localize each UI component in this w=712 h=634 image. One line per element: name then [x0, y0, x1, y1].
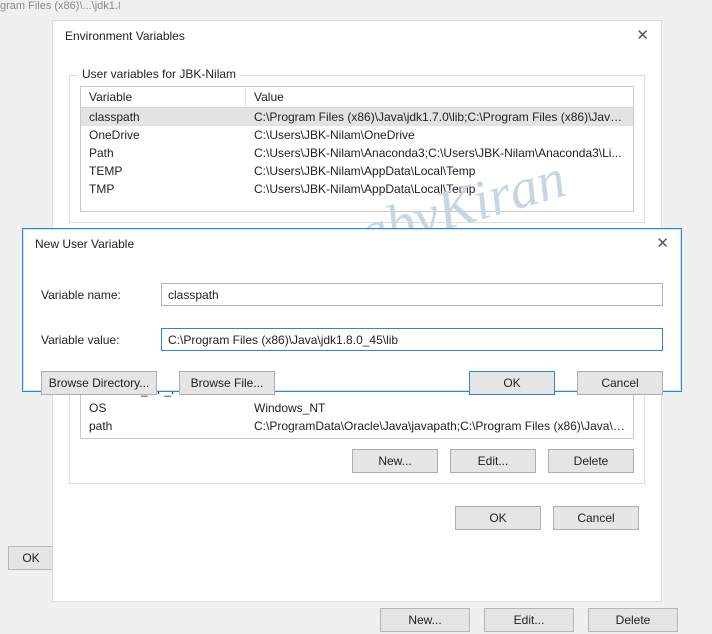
env-dialog-buttons: OK Cancel [69, 506, 645, 530]
env-ok-button[interactable]: OK [455, 506, 541, 530]
user-variables-table[interactable]: Variable Value classpath C:\Program File… [80, 86, 634, 212]
mid-delete-button: Delete [588, 608, 678, 632]
sys-new-button[interactable]: New... [352, 449, 438, 473]
row-val: C:\Users\JBK-Nilam\Anaconda3;C:\Users\JB… [246, 144, 633, 162]
row-val: C:\ProgramData\Oracle\Java\javapath;C:\P… [246, 417, 633, 435]
close-icon[interactable]: ✕ [656, 229, 669, 259]
nv-cancel-button[interactable]: Cancel [577, 371, 663, 395]
row-var: OneDrive [81, 126, 246, 144]
table-row[interactable]: OneDrive C:\Users\JBK-Nilam\OneDrive [81, 126, 633, 144]
variable-value-input[interactable] [161, 328, 663, 351]
mid-edit-button: Edit... [484, 608, 574, 632]
row-var: Path [81, 144, 246, 162]
table-row[interactable]: Path C:\Users\JBK-Nilam\Anaconda3;C:\Use… [81, 144, 633, 162]
user-variables-group: User variables for JBK-Nilam Variable Va… [69, 75, 645, 223]
row-var: TEMP [81, 162, 246, 180]
new-user-variable-dialog: New User Variable ✕ Variable name: Varia… [22, 228, 682, 392]
bg-link: Administrat [0, 160, 60, 190]
bg-ok-button: OK [8, 546, 54, 570]
row-val: C:\Program Files (x86)\Java\jdk1.7.0\lib… [246, 108, 633, 126]
bg-link [0, 190, 60, 206]
env-dialog-title: Environment Variables [65, 21, 185, 51]
sys-edit-button[interactable]: Edit... [450, 449, 536, 473]
row-var: TMP [81, 180, 246, 198]
table-row[interactable]: TMP C:\Users\JBK-Nilam\AppData\Local\Tem… [81, 180, 633, 198]
table-header: Variable Value [81, 87, 633, 108]
col-variable-header[interactable]: Variable [81, 87, 246, 107]
bg-link: Advanced [0, 130, 60, 160]
env-cancel-button[interactable]: Cancel [553, 506, 639, 530]
table-row[interactable]: classpath C:\Program Files (x86)\Java\jd… [81, 108, 633, 126]
nv-dialog-title: New User Variable [35, 229, 134, 259]
row-var: path [81, 417, 246, 435]
row-val: C:\Users\JBK-Nilam\AppData\Local\Temp [246, 180, 633, 198]
sys-delete-button[interactable]: Delete [548, 449, 634, 473]
nv-title-bar: New User Variable ✕ [23, 229, 681, 259]
browse-file-button[interactable]: Browse File... [179, 371, 275, 395]
browse-directory-button[interactable]: Browse Directory... [41, 371, 157, 395]
mid-new-button: New... [380, 608, 470, 632]
row-val: C:\Users\JBK-Nilam\AppData\Local\Temp [246, 162, 633, 180]
variable-name-label: Variable name: [41, 288, 161, 302]
table-row[interactable]: path C:\ProgramData\Oracle\Java\javapath… [81, 417, 633, 435]
col-value-header[interactable]: Value [246, 87, 633, 107]
variable-value-label: Variable value: [41, 333, 161, 347]
bg-path-crumb: gram Files (x86)\...\jdk1.8.0_45\...\lib [0, 0, 120, 14]
nv-ok-button[interactable]: OK [469, 371, 555, 395]
table-row[interactable]: TEMP C:\Users\JBK-Nilam\AppData\Local\Te… [81, 162, 633, 180]
env-title-bar: Environment Variables ✕ [53, 21, 661, 51]
row-var: classpath [81, 108, 246, 126]
row-val: C:\Users\JBK-Nilam\OneDrive [246, 126, 633, 144]
mid-layer-buttons: New... Edit... Delete [380, 608, 678, 632]
user-variables-legend: User variables for JBK-Nilam [78, 67, 240, 81]
system-vars-buttons: New... Edit... Delete [80, 449, 634, 473]
close-icon[interactable]: ✕ [636, 21, 649, 51]
variable-name-input[interactable] [161, 283, 663, 306]
